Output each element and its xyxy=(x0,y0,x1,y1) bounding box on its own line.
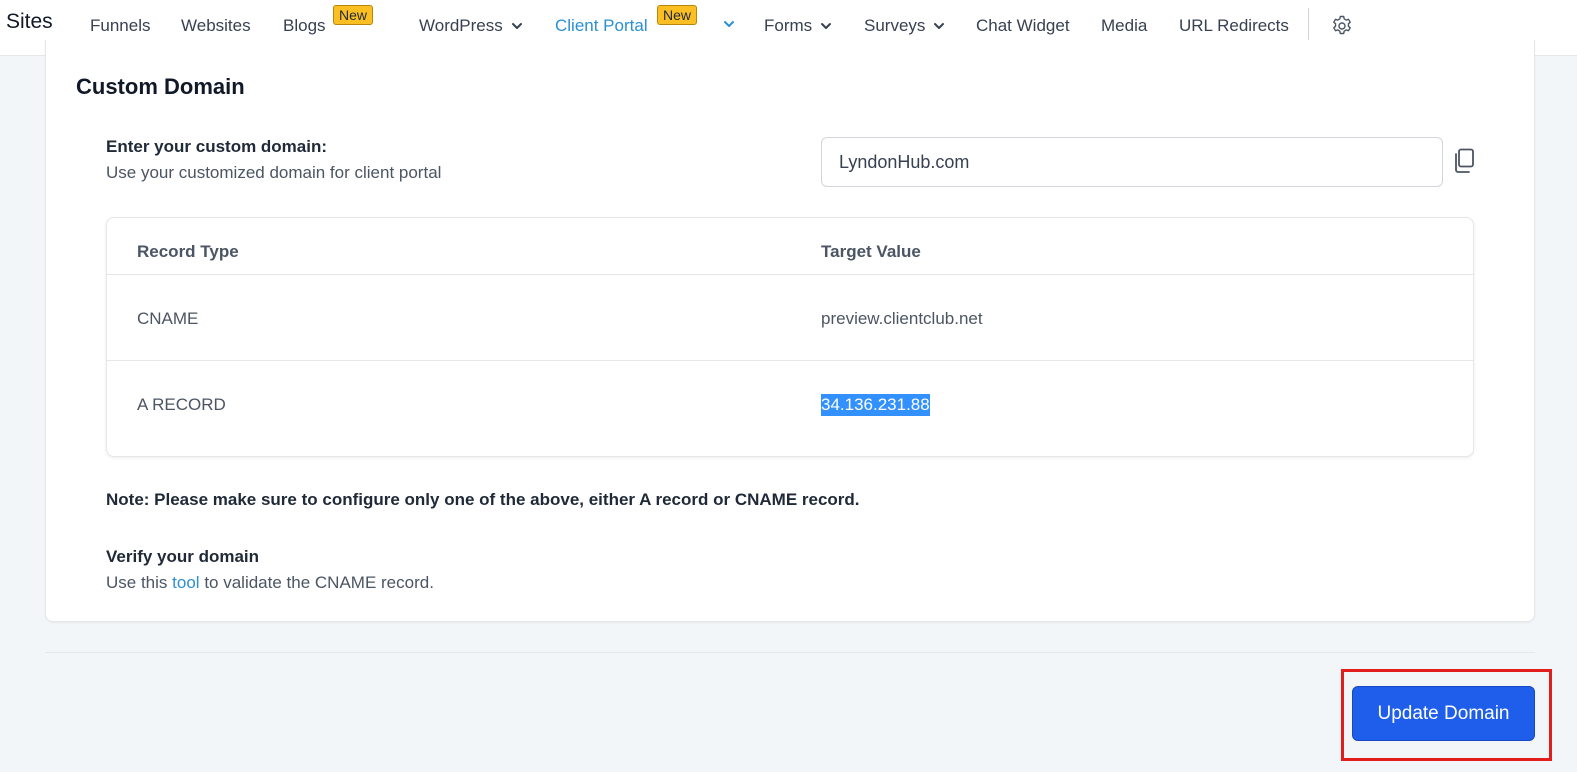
nav-item-label: WordPress xyxy=(419,16,503,35)
row-divider xyxy=(107,360,1473,361)
verify-suffix: to validate the CNAME record. xyxy=(204,573,434,592)
dns-records-table: Record Type Target Value CNAME preview.c… xyxy=(106,217,1474,457)
gear-icon[interactable] xyxy=(1330,14,1354,38)
footer-divider xyxy=(45,652,1535,653)
verify-tool-link[interactable]: tool xyxy=(172,573,199,592)
nav-item-label: Funnels xyxy=(90,16,151,35)
section-title: Custom Domain xyxy=(76,74,245,99)
record-type-cell: CNAME xyxy=(137,309,199,328)
nav-item-label: Media xyxy=(1101,16,1148,35)
nav-item-label: Surveys xyxy=(864,16,926,35)
configuration-note: Note: Please make sure to configure only… xyxy=(106,490,860,509)
domain-field-label: Enter your custom domain: xyxy=(106,137,328,156)
chevron-down-icon xyxy=(821,23,832,29)
nav-item-websites[interactable]: Websites xyxy=(181,16,251,36)
chevron-down-icon[interactable] xyxy=(721,16,737,32)
record-type-cell: A RECORD xyxy=(137,395,226,414)
verify-domain-title: Verify your domain xyxy=(106,547,260,566)
nav-item-blogs[interactable]: Blogs xyxy=(283,16,326,36)
nav-item-label: URL Redirects xyxy=(1179,16,1289,35)
verify-domain-text: Use this tool to validate the CNAME reco… xyxy=(106,573,434,593)
nav-item-label: Chat Widget xyxy=(976,16,1070,35)
custom-domain-input[interactable] xyxy=(821,137,1443,187)
nav-divider xyxy=(1308,8,1309,44)
brand-title: Sites xyxy=(6,10,53,33)
domain-field-help: Use your customized domain for client po… xyxy=(106,163,442,182)
nav-item-surveys[interactable]: Surveys xyxy=(864,16,947,36)
chevron-down-icon xyxy=(511,23,522,29)
nav-item-label: Forms xyxy=(764,16,813,35)
nav-item-chat-widget[interactable]: Chat Widget xyxy=(976,16,1070,36)
nav-item-wordpress[interactable]: WordPress xyxy=(419,16,525,36)
nav-item-forms[interactable]: Forms xyxy=(764,16,834,36)
chevron-down-icon xyxy=(934,23,945,29)
nav-item-label: Blogs xyxy=(283,16,326,35)
nav-item-media[interactable]: Media xyxy=(1101,16,1147,36)
nav-item-label: Websites xyxy=(181,16,251,35)
target-value-cell-selected: 34.136.231.88 xyxy=(821,394,930,416)
nav-item-label: Client Portal xyxy=(555,16,648,35)
target-value-cell: preview.clientclub.net xyxy=(821,309,983,328)
update-domain-button[interactable]: Update Domain xyxy=(1352,686,1535,741)
column-header-record-type: Record Type xyxy=(137,242,239,261)
nav-item-client-portal[interactable]: Client Portal xyxy=(555,16,648,36)
copy-icon[interactable] xyxy=(1452,148,1476,174)
new-badge: New xyxy=(657,5,698,25)
nav-item-funnels[interactable]: Funnels xyxy=(90,16,150,36)
row-divider xyxy=(107,274,1473,275)
column-header-target-value: Target Value xyxy=(821,242,921,261)
verify-prefix: Use this xyxy=(106,573,168,592)
nav-item-url-redirects[interactable]: URL Redirects xyxy=(1179,16,1289,36)
new-badge: New xyxy=(333,5,374,25)
